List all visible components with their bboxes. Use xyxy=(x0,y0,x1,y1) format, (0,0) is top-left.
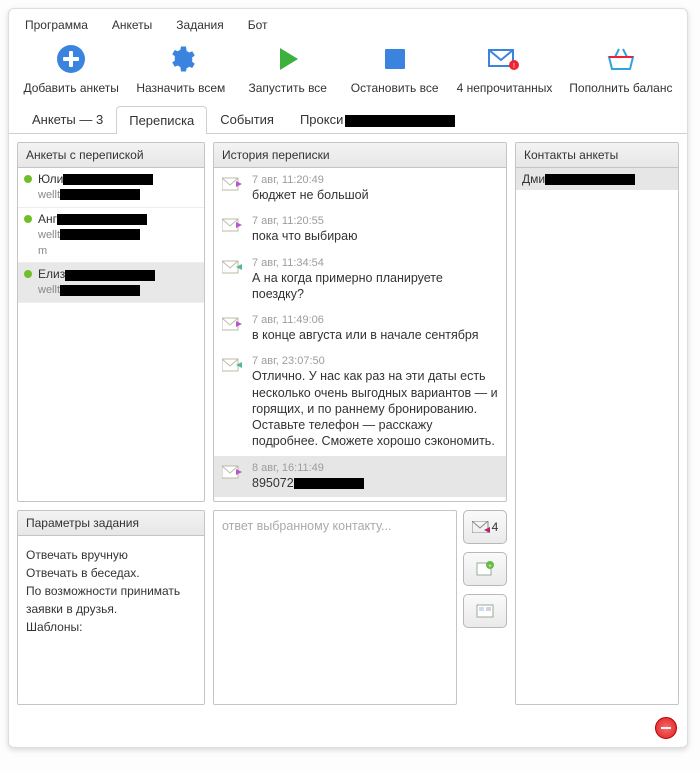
profiles-with-chat-panel: Анкеты с перепиской Юлиwellt Ангwelltm Ели… xyxy=(17,142,205,502)
profile-row[interactable]: Елизwellt xyxy=(18,263,204,303)
contacts-list[interactable]: Дми xyxy=(516,168,678,704)
toolbar-label: Остановить все xyxy=(351,81,439,95)
tab-events[interactable]: События xyxy=(207,105,287,133)
message-text: 895072 xyxy=(252,475,498,491)
panel-title: История переписки xyxy=(214,143,506,168)
tab-profiles[interactable]: Анкеты — 3 xyxy=(19,105,116,133)
profile-name: Ангwelltm xyxy=(38,212,147,259)
envelope-in-icon xyxy=(222,464,244,480)
profiles-list[interactable]: Юлиwellt Ангwelltm Елизwellt xyxy=(18,168,204,501)
unread-button[interactable]: ! 4 непрочитанных xyxy=(457,43,553,95)
message-row[interactable]: 8 авг, 16:11:49895072 xyxy=(214,456,506,497)
toolbar: Добавить анкеты Назначить всем Запустить… xyxy=(9,39,687,105)
stop-icon xyxy=(379,43,411,75)
profile-row[interactable]: Юлиwellt xyxy=(18,168,204,208)
redacted xyxy=(345,115,455,127)
tabs: Анкеты — 3 Переписка События Прокси xyxy=(9,105,687,134)
bottom-bar xyxy=(9,713,687,747)
toolbar-label: Добавить анкеты xyxy=(23,81,118,95)
stop-record-button[interactable] xyxy=(655,717,677,739)
toolbar-label: Пополнить баланс xyxy=(569,81,672,95)
task-params-panel: Параметры задания Отвечать вручную Отвеч… xyxy=(17,510,205,705)
stop-all-button[interactable]: Остановить все xyxy=(350,43,440,95)
profile-contacts-panel: Контакты анкеты Дми xyxy=(515,142,679,705)
svg-text:+: + xyxy=(488,564,492,570)
message-timestamp: 7 авг, 11:20:49 xyxy=(252,174,498,186)
send-button[interactable]: 4 xyxy=(463,510,507,544)
attach-button[interactable]: + xyxy=(463,552,507,586)
envelope-out-icon xyxy=(222,259,244,275)
contact-row[interactable]: Дми xyxy=(516,168,678,190)
message-row[interactable]: 7 авг, 11:20:49бюджет не большой xyxy=(214,168,506,209)
panel-title: Контакты анкеты xyxy=(516,143,678,168)
compose-area: ответ выбранному контакту... 4 + xyxy=(213,510,507,705)
toolbar-label: 4 непрочитанных xyxy=(457,81,553,95)
menu-profiles[interactable]: Анкеты xyxy=(102,15,162,35)
online-dot-icon xyxy=(24,270,32,278)
message-text: пока что выбираю xyxy=(252,228,498,244)
online-dot-icon xyxy=(24,175,32,183)
profile-name: Елизwellt xyxy=(38,267,155,298)
assign-all-button[interactable]: Назначить всем xyxy=(136,43,226,95)
profile-row[interactable]: Ангwelltm xyxy=(18,208,204,264)
svg-text:!: ! xyxy=(513,63,515,70)
message-text: в конце августа или в начале сентября xyxy=(252,327,498,343)
envelope-out-icon xyxy=(222,357,244,373)
template-button[interactable] xyxy=(463,594,507,628)
message-text: бюджет не большой xyxy=(252,187,498,203)
tab-proxy-label: Прокси xyxy=(300,112,343,127)
message-list[interactable]: 7 авг, 11:20:49бюджет не большой7 авг, 1… xyxy=(214,168,506,501)
menu-tasks[interactable]: Задания xyxy=(166,15,233,35)
add-profiles-button[interactable]: Добавить анкеты xyxy=(23,43,118,95)
message-row[interactable]: 7 авг, 23:07:50Отлично. У нас как раз на… xyxy=(214,349,506,455)
message-row[interactable]: 7 авг, 11:34:54А на когда примерно плани… xyxy=(214,251,506,309)
gear-icon xyxy=(165,43,197,75)
compose-buttons: 4 + xyxy=(463,510,507,705)
menu-bot[interactable]: Бот xyxy=(238,15,278,35)
message-timestamp: 7 авг, 11:49:06 xyxy=(252,314,498,326)
balance-button[interactable]: Пополнить баланс xyxy=(569,43,672,95)
tab-chat[interactable]: Переписка xyxy=(116,106,207,134)
message-row[interactable]: 7 авг, 11:49:06в конце августа или в нач… xyxy=(214,308,506,349)
envelope-in-icon xyxy=(222,176,244,192)
reply-input[interactable]: ответ выбранному контакту... xyxy=(213,510,457,705)
chat-history-panel: История переписки 7 авг, 11:20:49бюджет … xyxy=(213,142,507,502)
message-timestamp: 7 авг, 11:34:54 xyxy=(252,257,498,269)
message-timestamp: 7 авг, 11:20:55 xyxy=(252,215,498,227)
envelope-in-icon xyxy=(222,217,244,233)
envelope-in-icon xyxy=(222,316,244,332)
task-params-text: Отвечать вручную Отвечать в беседах. По … xyxy=(18,536,204,704)
online-dot-icon xyxy=(24,215,32,223)
toolbar-label: Назначить всем xyxy=(136,81,225,95)
message-text: Отлично. У нас как раз на эти даты есть … xyxy=(252,368,498,449)
tab-proxy[interactable]: Прокси xyxy=(287,105,468,133)
main-area: Анкеты с перепиской Юлиwellt Ангwelltm Ели… xyxy=(9,134,687,713)
basket-icon xyxy=(605,43,637,75)
envelope-alert-icon: ! xyxy=(488,43,520,75)
menubar: Программа Анкеты Задания Бот xyxy=(9,9,687,39)
message-text: А на когда примерно планируете поездку? xyxy=(252,270,498,303)
panel-title: Параметры задания xyxy=(18,511,204,536)
message-timestamp: 7 авг, 23:07:50 xyxy=(252,355,498,367)
toolbar-label: Запустить все xyxy=(249,81,327,95)
message-row[interactable]: 7 авг, 11:20:55пока что выбираю xyxy=(214,209,506,250)
send-count: 4 xyxy=(492,520,499,534)
run-all-button[interactable]: Запустить все xyxy=(243,43,333,95)
envelope-send-icon xyxy=(472,521,490,533)
app-window: Программа Анкеты Задания Бот Добавить ан… xyxy=(8,8,688,748)
plus-circle-icon xyxy=(55,43,87,75)
message-timestamp: 8 авг, 16:11:49 xyxy=(252,462,498,474)
play-icon xyxy=(272,43,304,75)
menu-program[interactable]: Программа xyxy=(15,15,98,35)
card-icon xyxy=(476,604,494,618)
note-plus-icon: + xyxy=(476,561,494,577)
panel-title: Анкеты с перепиской xyxy=(18,143,204,168)
profile-name: Юлиwellt xyxy=(38,172,153,203)
